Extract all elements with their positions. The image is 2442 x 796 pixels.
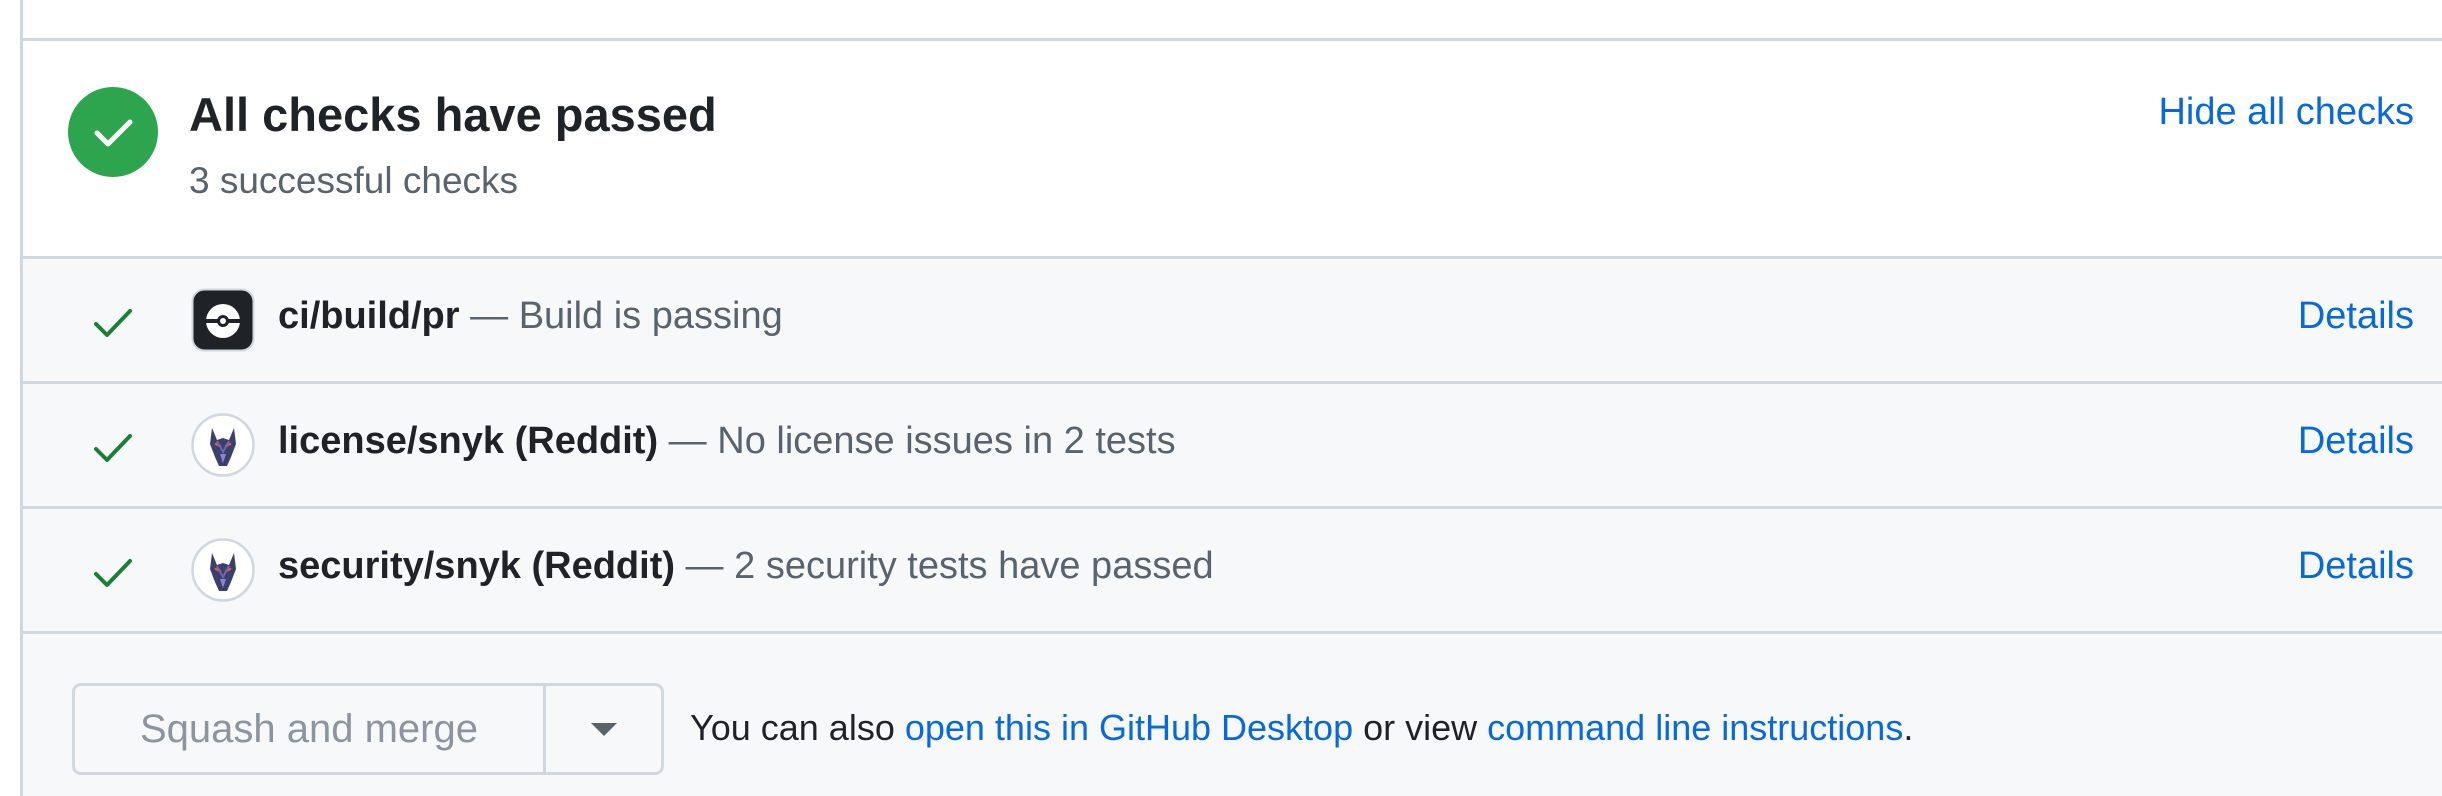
- checks-summary: All checks have passed 3 successful chec…: [23, 41, 2442, 259]
- check-text: ci/build/pr — Build is passing: [278, 295, 783, 338]
- details-link[interactable]: Details: [2298, 545, 2414, 588]
- squash-and-merge-button[interactable]: Squash and merge: [75, 686, 543, 772]
- check-row-ci-build: ci/build/pr — Build is passing Details: [23, 259, 2442, 384]
- check-separator: —: [658, 420, 718, 462]
- merge-area: Squash and merge You can also open this …: [23, 634, 2442, 796]
- command-line-instructions-link[interactable]: command line instructions: [1487, 707, 1903, 748]
- merge-method-dropdown-button[interactable]: [546, 686, 661, 772]
- merge-status-panel: All checks have passed 3 successful chec…: [0, 0, 2442, 796]
- check-name: license/snyk (Reddit): [278, 420, 659, 462]
- check-separator: —: [459, 295, 519, 337]
- checks-list: ci/build/pr — Build is passing Details l…: [23, 259, 2442, 634]
- snyk-doberman-icon: [191, 538, 255, 602]
- check-text: license/snyk (Reddit) — No license issue…: [278, 420, 1176, 463]
- details-link[interactable]: Details: [2298, 420, 2414, 463]
- hide-all-checks-link[interactable]: Hide all checks: [2158, 91, 2414, 134]
- ci-app-icon: [191, 288, 255, 352]
- check-description: 2 security tests have passed: [734, 545, 1214, 587]
- note-middle: or view: [1353, 707, 1488, 748]
- details-link[interactable]: Details: [2298, 295, 2414, 338]
- check-description: Build is passing: [518, 295, 783, 337]
- checks-summary-title: All checks have passed: [189, 88, 717, 141]
- check-icon: [94, 434, 132, 462]
- check-name: security/snyk (Reddit): [278, 545, 675, 587]
- merge-button-group: Squash and merge: [72, 683, 664, 775]
- triangle-down-icon: [591, 723, 617, 736]
- check-name: ci/build/pr: [278, 295, 460, 337]
- note-prefix: You can also: [690, 707, 905, 748]
- check-circle-icon: [68, 87, 158, 177]
- check-row-security-snyk: security/snyk (Reddit) — 2 security test…: [23, 509, 2442, 634]
- note-suffix: .: [1903, 707, 1914, 748]
- checks-summary-subtitle: 3 successful checks: [189, 160, 519, 201]
- check-text: security/snyk (Reddit) — 2 security test…: [278, 545, 1214, 588]
- merge-alternatives-note: You can also open this in GitHub Desktop…: [690, 707, 1913, 749]
- check-row-license-snyk: license/snyk (Reddit) — No license issue…: [23, 384, 2442, 509]
- open-github-desktop-link[interactable]: open this in GitHub Desktop: [905, 707, 1353, 748]
- check-icon: [94, 559, 132, 587]
- check-description: No license issues in 2 tests: [717, 420, 1176, 462]
- snyk-doberman-icon: [191, 413, 255, 477]
- panel-top-strip: [23, 0, 2442, 41]
- check-separator: —: [675, 545, 735, 587]
- check-icon: [94, 309, 132, 337]
